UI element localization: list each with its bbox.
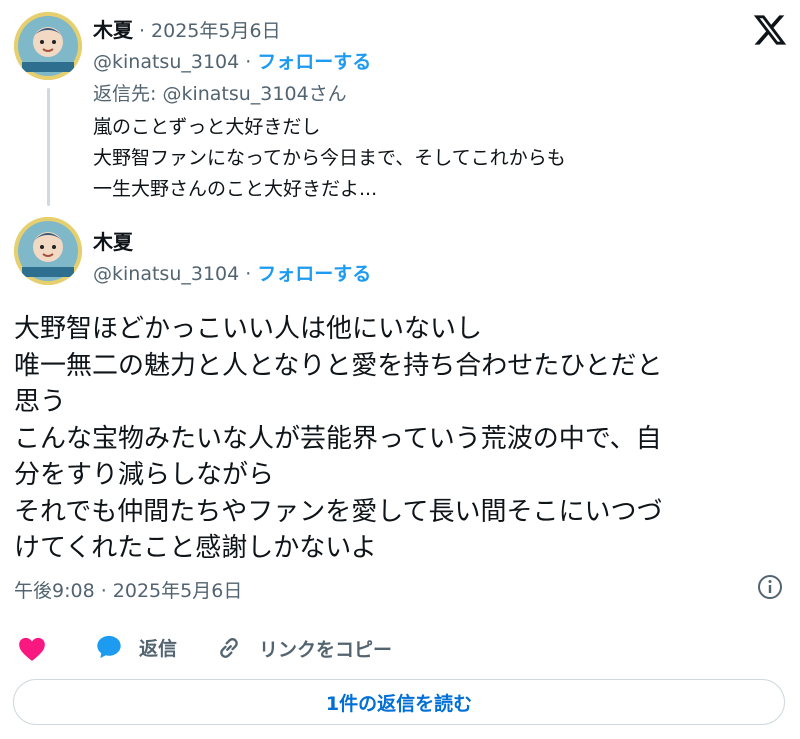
parent-handle-separator: · — [245, 51, 252, 73]
parent-tweet-text: 嵐のことずっと大好きだし 大野智ファンになってから今日まで、そしてこれからも 一… — [93, 112, 566, 205]
parent-text-line: 一生大野さんのこと大好きだよ... — [93, 178, 378, 200]
parent-separator: · — [139, 20, 146, 42]
speech-bubble-icon — [97, 635, 121, 659]
main-author-name[interactable]: 木夏 — [93, 226, 133, 255]
parent-text-line: 嵐のことずっと大好きだし — [93, 116, 321, 138]
main-text-line: 分をすり減らしながら — [14, 460, 275, 490]
main-avatar[interactable] — [14, 217, 82, 285]
thread-line — [47, 88, 50, 206]
main-text-line: 唯一無二の魅力と人となりと愛を持ち合わせたひとだと — [14, 350, 663, 381]
main-text-line: 思う — [14, 387, 67, 417]
heart-icon — [19, 637, 45, 661]
parent-handle[interactable]: @kinatsu_3104 — [93, 51, 239, 73]
main-text-line: こんな宝物みたいな人が芸能界っていう荒波の中で、自 — [14, 423, 662, 454]
main-handle-row: @kinatsu_3104 · フォローする — [93, 259, 371, 286]
main-text-line: 大野智ほどかっこいい人は他にいないし — [14, 314, 483, 344]
main-follow-button[interactable]: フォローする — [257, 259, 371, 286]
copy-link-label: リンクをコピー — [259, 638, 393, 661]
info-icon[interactable] — [757, 574, 783, 600]
copy-link-button[interactable]: リンクをコピー — [215, 634, 392, 662]
read-replies-label: 1件の返信を読む — [325, 692, 473, 715]
main-handle-separator: · — [245, 263, 252, 285]
main-text-line: けてくれたこと感謝しかないよ — [14, 533, 377, 563]
x-logo-icon[interactable] — [752, 12, 788, 48]
tweet-timestamp[interactable]: 午後9:08 · 2025年5月6日 — [14, 576, 242, 603]
parent-handle-row: @kinatsu_3104 · フォローする — [93, 47, 371, 74]
main-text-line: それでも仲間たちやファンを愛して長い間そこにいつづ — [14, 496, 663, 527]
main-tweet-text: 大野智ほどかっこいい人は他にいないし 唯一無二の魅力と人となりと愛を持ち合わせた… — [14, 311, 784, 567]
reply-to-label[interactable]: 返信先: @kinatsu_3104さん — [93, 79, 347, 106]
parent-avatar[interactable] — [14, 12, 82, 80]
like-button[interactable] — [18, 636, 46, 662]
main-handle[interactable]: @kinatsu_3104 — [93, 263, 239, 285]
parent-follow-button[interactable]: フォローする — [257, 47, 371, 74]
parent-text-line: 大野智ファンになってから今日まで、そしてこれからも — [93, 147, 566, 169]
parent-date[interactable]: 2025年5月6日 — [151, 16, 281, 43]
read-replies-button[interactable]: 1件の返信を読む — [13, 679, 785, 725]
parent-author-name[interactable]: 木夏 — [93, 14, 133, 43]
reply-button[interactable]: 返信 — [95, 633, 177, 661]
parent-header: 木夏 · 2025年5月6日 — [93, 14, 281, 43]
reply-label: 返信 — [139, 637, 178, 660]
link-icon — [220, 638, 238, 658]
